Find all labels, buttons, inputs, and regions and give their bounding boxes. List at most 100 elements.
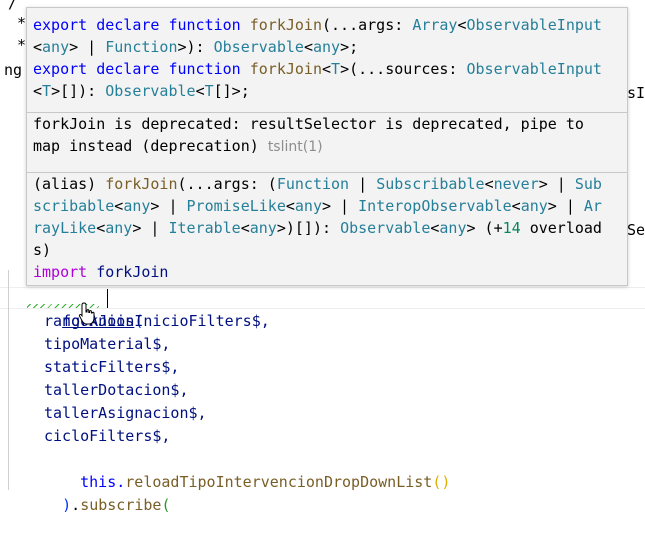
alias-line: (alias) forkJoin(...args: (Function | Su… <box>33 173 621 195</box>
code-line-arg[interactable]: tipoMaterial$, <box>44 333 170 356</box>
token: forkJoin <box>105 175 178 193</box>
background-fragment-star-1: * <box>17 14 27 32</box>
token: < <box>33 82 43 100</box>
signature-line: export declare function forkJoin<T>(...s… <box>33 58 621 80</box>
code-line-arg[interactable]: tallerAsignacion$, <box>44 402 207 425</box>
alias-line: scribable<any> | PromiseLike<any> | Inte… <box>33 195 621 217</box>
token: >)[]): <box>276 219 341 237</box>
token: T <box>204 82 214 100</box>
token: >): <box>177 38 214 56</box>
token: > | <box>150 197 187 215</box>
token: (...args: <box>322 16 413 34</box>
token: any <box>439 219 467 237</box>
token: s) <box>33 241 52 259</box>
token: > | <box>547 197 584 215</box>
token: T <box>331 60 341 78</box>
token: Observable <box>105 82 196 100</box>
reload-method[interactable]: reloadTipoIntervencionDropDownList <box>125 473 432 491</box>
token: export <box>33 16 88 34</box>
token: rayLike <box>33 219 97 237</box>
token: < <box>303 38 313 56</box>
token: any <box>520 197 548 215</box>
token: Iterable <box>168 219 241 237</box>
token: any <box>123 197 151 215</box>
background-fragment-si: sI <box>627 84 645 102</box>
token: > | <box>538 175 575 193</box>
token: []>; <box>213 82 250 100</box>
token: > | <box>322 197 359 215</box>
token: Observable <box>340 219 431 237</box>
token: < <box>511 197 521 215</box>
subscribe-open-paren: ( <box>161 496 171 514</box>
token: forkJoin <box>249 16 322 34</box>
token: Function <box>276 175 350 193</box>
token: 14 <box>502 219 521 237</box>
token: declare <box>96 16 160 34</box>
token: any <box>249 219 277 237</box>
token: < <box>96 219 106 237</box>
token: PromiseLike <box>186 197 286 215</box>
close-paren: ) <box>62 496 72 514</box>
token: Sub <box>574 175 602 193</box>
token: Array <box>412 16 458 34</box>
token: any <box>294 197 322 215</box>
dot: . <box>71 496 81 514</box>
token: >; <box>340 38 359 56</box>
token: scribable <box>33 197 115 215</box>
token: ObservableInput <box>466 16 602 34</box>
deprecation-line: forkJoin is deprecated: resultSelector i… <box>33 113 621 135</box>
subscribe-method[interactable]: subscribe <box>80 496 161 514</box>
code-line-this-reload[interactable]: this.reloadTipoIntervencionDropDownList(… <box>44 448 450 491</box>
hand-pointer-icon <box>78 302 95 325</box>
code-line-arg[interactable]: cicloFilters$, <box>44 425 170 448</box>
reload-parens: () <box>432 473 451 491</box>
alias-section: (alias) forkJoin(...args: (Function | Su… <box>27 172 627 286</box>
token: < <box>285 197 295 215</box>
token: Observable <box>213 38 304 56</box>
token: (...args: ( <box>177 175 277 193</box>
token: InteropObservable <box>358 197 512 215</box>
alias-line: rayLike<any> | Iterable<any>)[]): Observ… <box>33 217 621 239</box>
token: > | <box>69 38 106 56</box>
background-fragment-ng: ng <box>4 61 23 79</box>
token: (alias) <box>33 175 106 193</box>
token: < <box>195 82 205 100</box>
signature-line: <any> | Function>): Observable<any>; <box>33 36 621 58</box>
token: >(...sources: <box>340 60 467 78</box>
token: < <box>484 175 494 193</box>
token: import <box>33 263 88 281</box>
token: | <box>349 175 377 193</box>
alias-line: s) <box>33 239 621 261</box>
token: any <box>105 219 133 237</box>
background-fragment-slash: / <box>8 0 18 12</box>
token: forkJoin is deprecated: resultSelector i… <box>33 115 584 133</box>
code-line-subscribe[interactable]: ).subscribe( <box>26 471 170 514</box>
deprecation-line: map instead (deprecation) tslint(1) <box>33 135 621 157</box>
deprecation-section: forkJoin is deprecated: resultSelector i… <box>27 112 627 170</box>
token: tslint(1) <box>267 139 323 155</box>
token: never <box>493 175 539 193</box>
token: T <box>42 82 52 100</box>
token: >[]): <box>51 82 106 100</box>
code-line-arg[interactable]: tallerDotacion$, <box>44 379 189 402</box>
token: < <box>457 16 467 34</box>
token: Subscribable <box>376 175 485 193</box>
token: < <box>33 38 43 56</box>
signature-line: export declare function forkJoin(...args… <box>33 14 621 36</box>
token: < <box>322 60 332 78</box>
token: declare <box>96 60 160 78</box>
token: Ar <box>583 197 602 215</box>
signature-section: export declare function forkJoin(...args… <box>27 14 627 110</box>
token: function <box>168 60 241 78</box>
token: map instead (deprecation) <box>33 137 268 155</box>
token: < <box>240 219 250 237</box>
indent-guide <box>8 270 9 490</box>
token: < <box>114 197 124 215</box>
code-line-arg[interactable]: staticFilters$, <box>44 356 179 379</box>
token: > (+ <box>466 219 503 237</box>
text-caret <box>107 289 108 308</box>
